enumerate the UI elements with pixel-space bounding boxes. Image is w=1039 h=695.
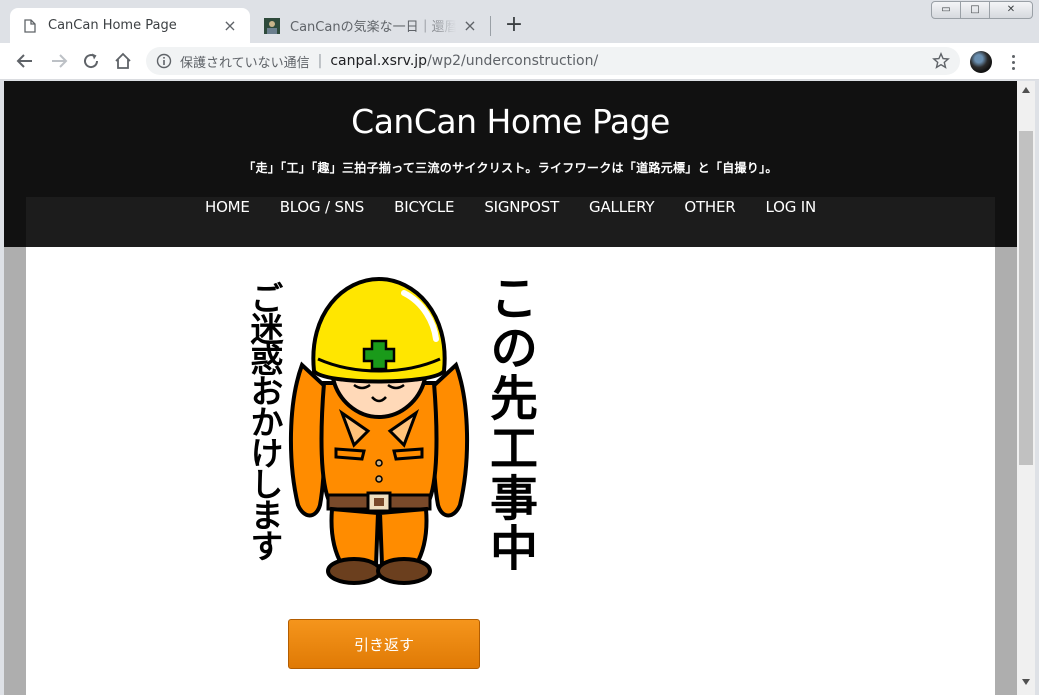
address-bar[interactable]: 保護されていない通信 | canpal.xsrv.jp /wp2/underco… bbox=[146, 47, 960, 75]
site-tagline: 「走」「工」「趣」三拍子揃って三流のサイクリスト。ライフワークは「道路元標」と「… bbox=[243, 161, 778, 175]
apology-text: ご迷惑おかけします bbox=[245, 281, 284, 560]
profile-avatar[interactable] bbox=[970, 51, 992, 73]
go-back-button[interactable]: 引き返す bbox=[288, 619, 480, 669]
url-host: canpal.xsrv.jp bbox=[330, 53, 428, 69]
maximize-button[interactable]: □ bbox=[960, 1, 990, 19]
security-status: 保護されていない通信 bbox=[180, 55, 310, 71]
close-window-button[interactable]: ✕ bbox=[989, 1, 1033, 19]
minimize-button[interactable]: ▭ bbox=[931, 1, 961, 19]
window-controls: ▭ □ ✕ bbox=[931, 1, 1033, 19]
site-title[interactable]: CanCan Home Page bbox=[4, 102, 1017, 141]
tab-title: CanCan Home Page bbox=[48, 18, 177, 33]
scroll-up-arrow-icon[interactable] bbox=[1017, 81, 1035, 98]
info-icon[interactable] bbox=[156, 53, 172, 69]
document-icon bbox=[22, 18, 38, 34]
tab-separator bbox=[490, 16, 491, 36]
scroll-thumb[interactable] bbox=[1019, 131, 1033, 465]
tab-strip: CanCan Home Page × CanCanの気楽な一日｜還暦を迎 × +… bbox=[0, 0, 1039, 43]
bookmark-star-icon[interactable] bbox=[932, 52, 950, 70]
browser-toolbar: 保護されていない通信 | canpal.xsrv.jp /wp2/underco… bbox=[0, 43, 1039, 80]
new-tab-button[interactable]: + bbox=[500, 12, 528, 40]
under-construction-text: この先工事中 bbox=[481, 273, 537, 573]
reload-icon[interactable] bbox=[78, 48, 104, 74]
construction-worker-illustration bbox=[288, 276, 470, 585]
page-content: ご迷惑おかけします この先工事中 引き返す bbox=[26, 247, 995, 695]
back-arrow-icon[interactable] bbox=[12, 48, 38, 74]
page-viewport: CanCan Home Page 「走」「工」「趣」三拍子揃って三流のサイクリス… bbox=[4, 81, 1017, 695]
scroll-down-arrow-icon[interactable] bbox=[1017, 673, 1035, 690]
nav-bicycle[interactable]: BICYCLE bbox=[379, 198, 469, 216]
nav-other[interactable]: OTHER bbox=[669, 198, 750, 216]
window-frame-right bbox=[1035, 81, 1039, 695]
nav-blog-sns[interactable]: BLOG / SNS bbox=[265, 198, 379, 216]
tab-cancan-home[interactable]: CanCan Home Page × bbox=[10, 8, 250, 43]
nav-log-in[interactable]: LOG IN bbox=[751, 198, 831, 216]
url-path: /wp2/underconstruction/ bbox=[427, 53, 599, 69]
nav-signpost[interactable]: SIGNPOST bbox=[469, 198, 574, 216]
home-icon[interactable] bbox=[110, 48, 136, 74]
nav-gallery[interactable]: GALLERY bbox=[574, 198, 669, 216]
close-tab-icon[interactable]: × bbox=[462, 17, 478, 34]
forward-arrow-icon[interactable] bbox=[46, 48, 72, 74]
address-divider: | bbox=[317, 53, 323, 69]
site-favicon bbox=[264, 17, 280, 34]
tab-title: CanCanの気楽な一日｜還暦を迎 bbox=[290, 20, 456, 35]
page-scrollbar[interactable] bbox=[1017, 81, 1035, 695]
tab-cancan-blog[interactable]: CanCanの気楽な一日｜還暦を迎 × bbox=[252, 8, 490, 43]
menu-dots-icon[interactable] bbox=[1004, 50, 1022, 74]
site-header: CanCan Home Page 「走」「工」「趣」三拍子揃って三流のサイクリス… bbox=[4, 81, 1017, 247]
main-nav: HOME BLOG / SNS BICYCLE SIGNPOST GALLERY… bbox=[26, 197, 995, 247]
close-tab-icon[interactable]: × bbox=[222, 17, 238, 34]
nav-home[interactable]: HOME bbox=[190, 198, 265, 216]
